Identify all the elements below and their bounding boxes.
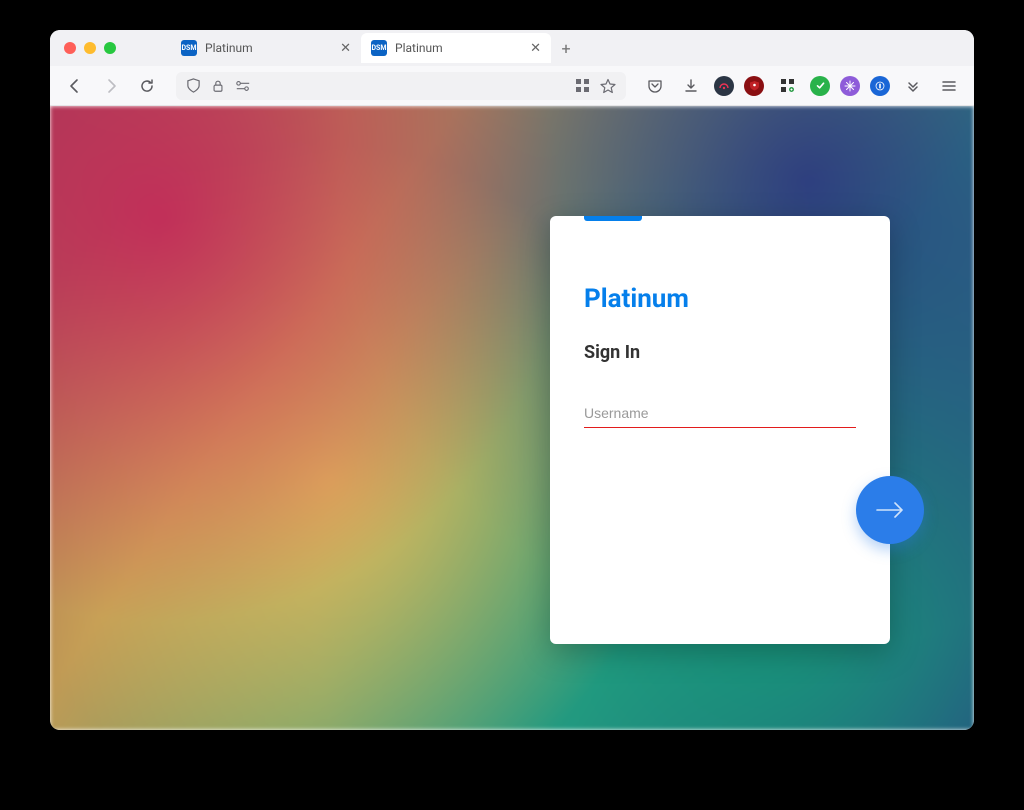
hamburger-menu-icon[interactable] [936, 73, 962, 99]
close-window-button[interactable] [64, 42, 76, 54]
next-button[interactable] [856, 476, 924, 544]
tab-title: Platinum [205, 41, 332, 55]
minimize-window-button[interactable] [84, 42, 96, 54]
reload-button[interactable] [134, 73, 160, 99]
tab-bar: DSM Platinum ✕ DSM Platinum ✕ + [50, 30, 974, 66]
extension-check-icon[interactable] [810, 76, 830, 96]
toolbar-right-group [642, 73, 962, 99]
browser-window: DSM Platinum ✕ DSM Platinum ✕ + [50, 30, 974, 730]
accent-bar [584, 216, 642, 221]
maximize-window-button[interactable] [104, 42, 116, 54]
back-button[interactable] [62, 73, 88, 99]
signin-heading: Sign In [584, 342, 856, 363]
brand-title: Platinum [584, 284, 856, 314]
extension-grid-icon[interactable] [774, 73, 800, 99]
new-tab-button[interactable]: + [551, 33, 581, 63]
downloads-icon[interactable] [678, 73, 704, 99]
nav-toolbar [50, 66, 974, 106]
overflow-icon[interactable] [900, 73, 926, 99]
arrow-right-icon [875, 498, 905, 522]
close-tab-icon[interactable]: ✕ [530, 41, 541, 56]
close-tab-icon[interactable]: ✕ [340, 41, 351, 56]
tab-platinum-2[interactable]: DSM Platinum ✕ [361, 33, 551, 63]
permissions-icon[interactable] [235, 79, 251, 93]
page-viewport: Platinum Sign In [50, 106, 974, 730]
extension-dark-icon[interactable] [714, 76, 734, 96]
lock-icon[interactable] [211, 79, 225, 93]
tab-platinum-1[interactable]: DSM Platinum ✕ [171, 33, 361, 63]
extension-1password-icon[interactable] [870, 76, 890, 96]
bookmark-star-icon[interactable] [600, 78, 616, 94]
extension-snowflake-icon[interactable] [840, 76, 860, 96]
address-bar[interactable] [176, 72, 626, 100]
username-field-wrapper [584, 399, 856, 428]
shield-icon[interactable] [186, 78, 201, 93]
tab-title: Platinum [395, 41, 522, 55]
login-card: Platinum Sign In [550, 216, 890, 644]
favicon-dsm-icon: DSM [181, 40, 197, 56]
window-controls [64, 42, 116, 54]
favicon-dsm-icon: DSM [371, 40, 387, 56]
username-input[interactable] [584, 399, 856, 428]
forward-button[interactable] [98, 73, 124, 99]
pocket-icon[interactable] [642, 73, 668, 99]
qr-icon[interactable] [575, 78, 590, 93]
ublock-icon[interactable] [744, 76, 764, 96]
